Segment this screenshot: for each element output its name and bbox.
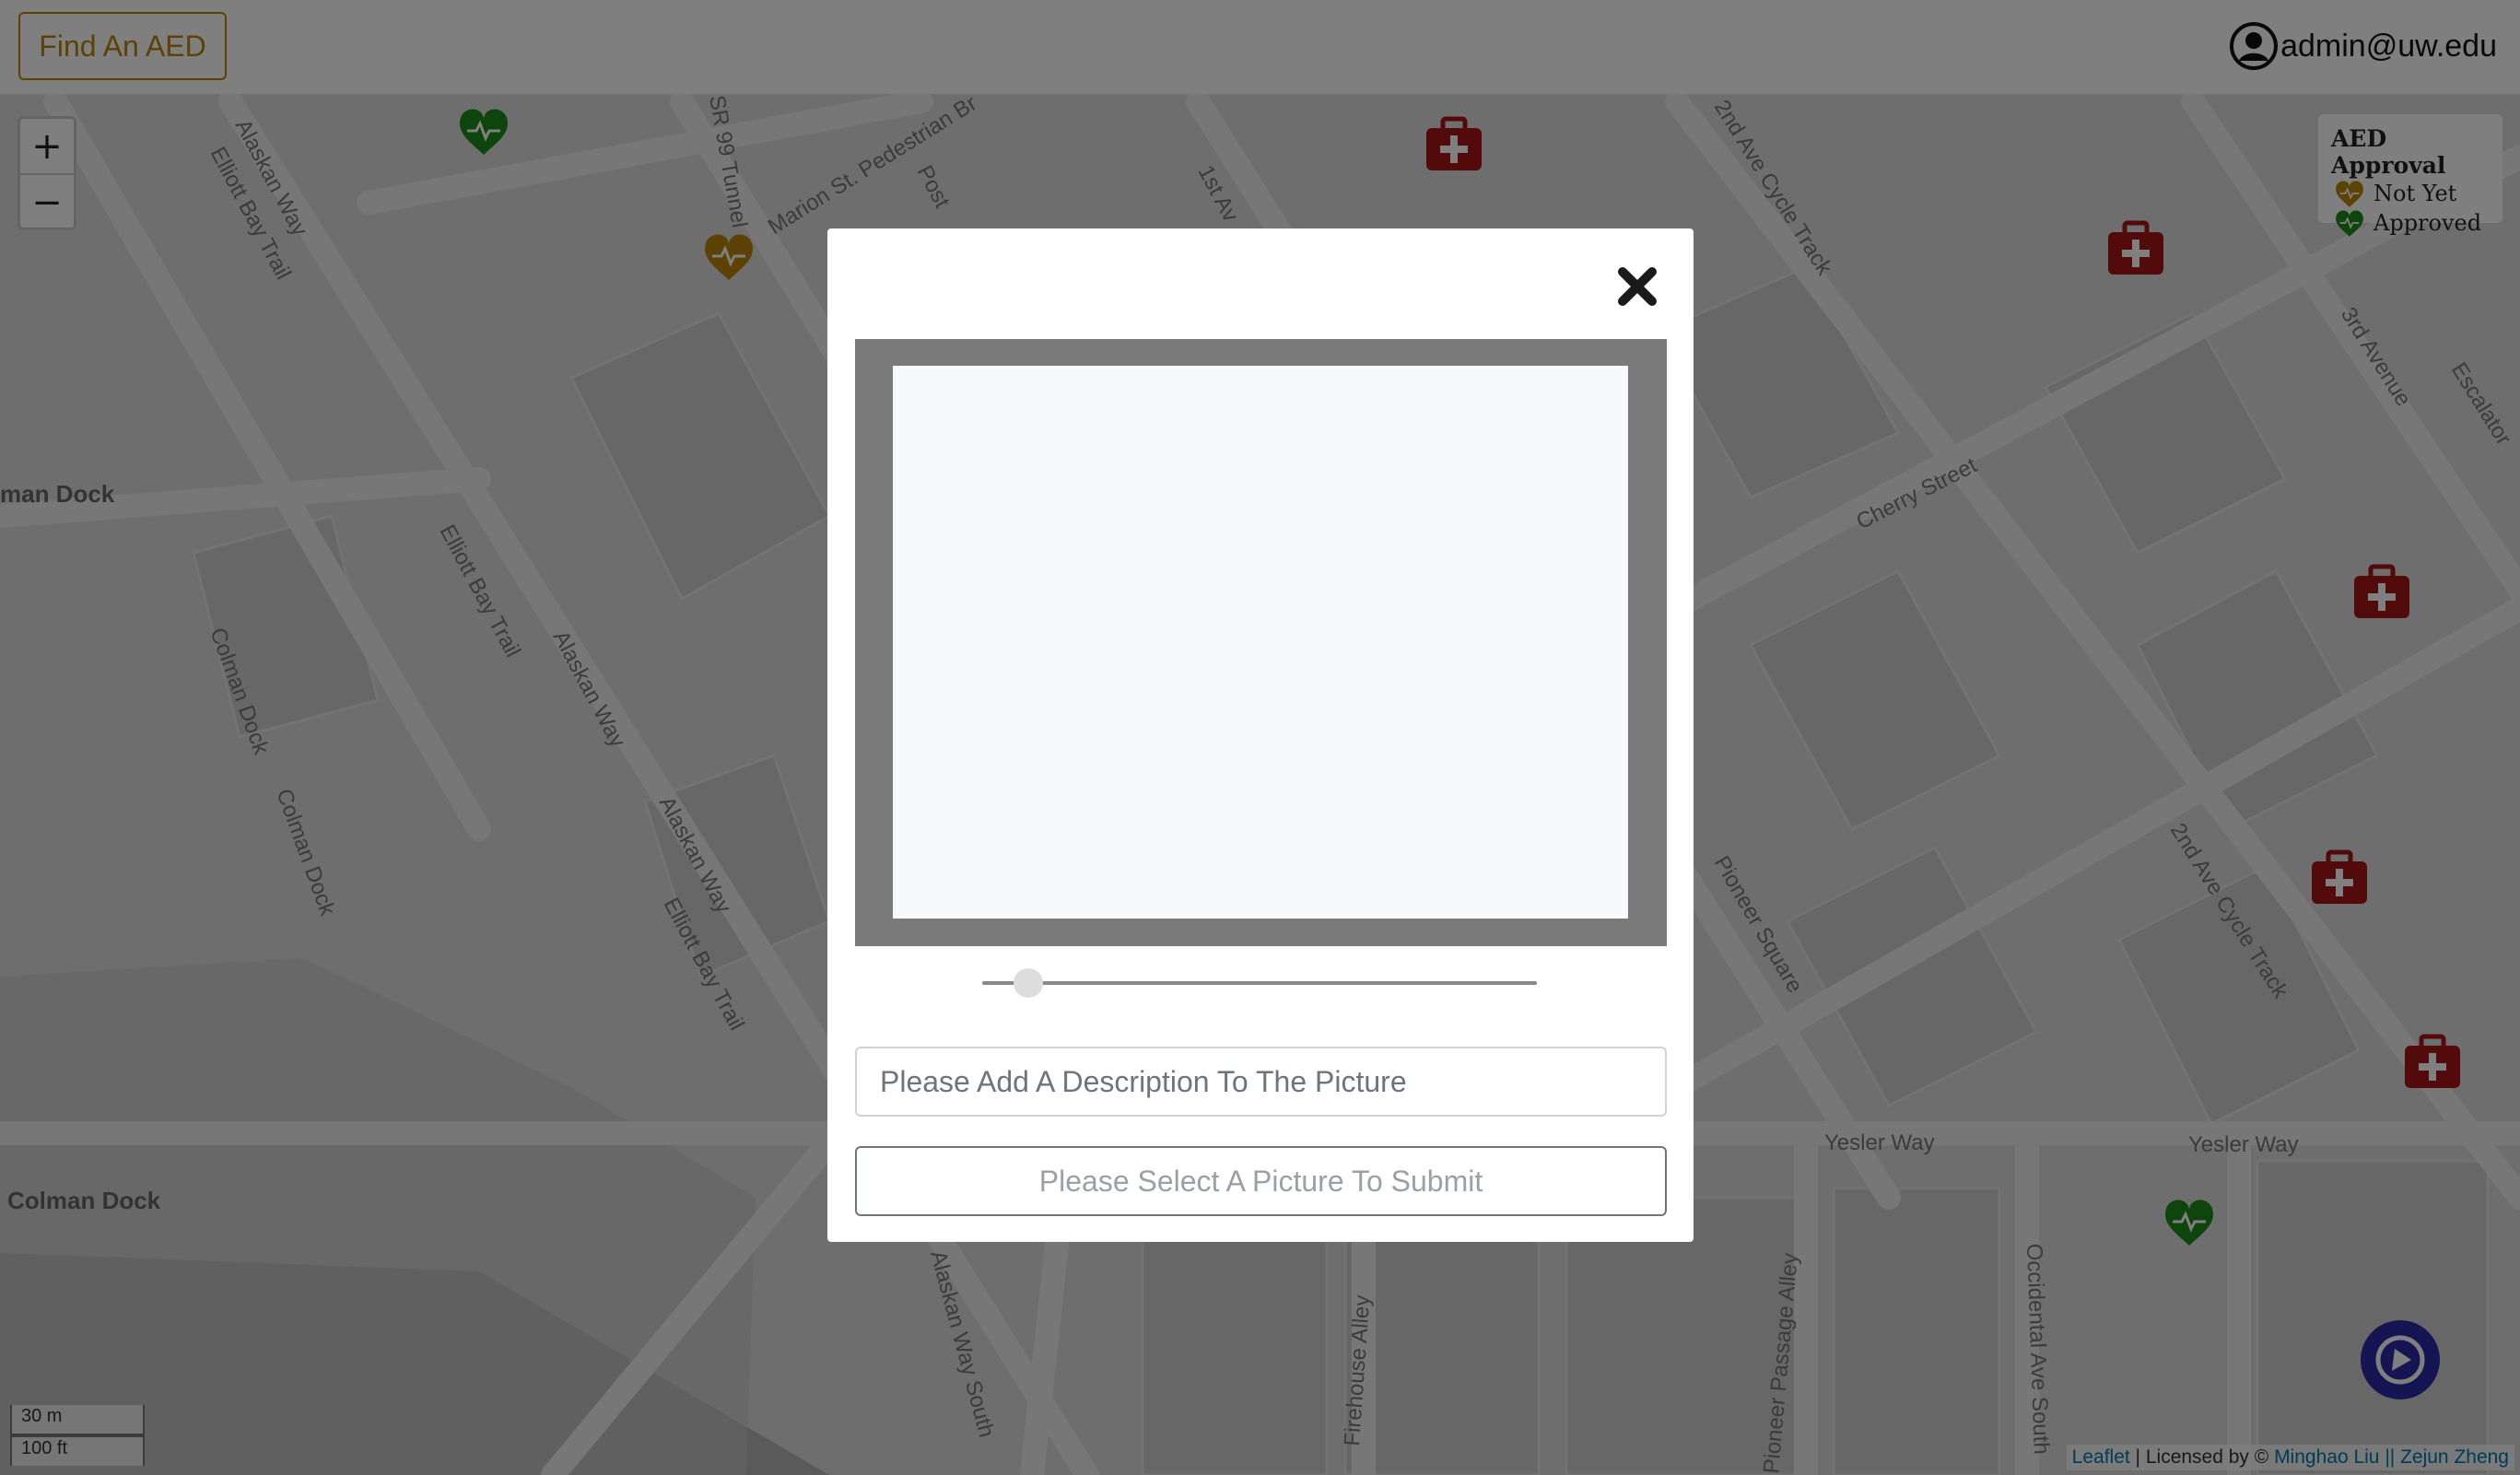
slider-track[interactable] [982, 981, 1537, 985]
close-button[interactable] [1612, 262, 1662, 311]
upload-picture-modal: Please Select A Picture To Submit [827, 228, 1694, 1242]
image-preview-area[interactable] [893, 366, 1628, 919]
slider-thumb[interactable] [1014, 968, 1044, 998]
image-cropper[interactable] [855, 339, 1667, 946]
submit-picture-button[interactable]: Please Select A Picture To Submit [855, 1146, 1667, 1216]
zoom-slider[interactable] [982, 966, 1537, 1001]
close-icon [1618, 267, 1657, 306]
app: Alaskan Way Elliott Bay Trail SR 99 Tunn… [0, 0, 2520, 1475]
description-input[interactable] [855, 1047, 1667, 1117]
